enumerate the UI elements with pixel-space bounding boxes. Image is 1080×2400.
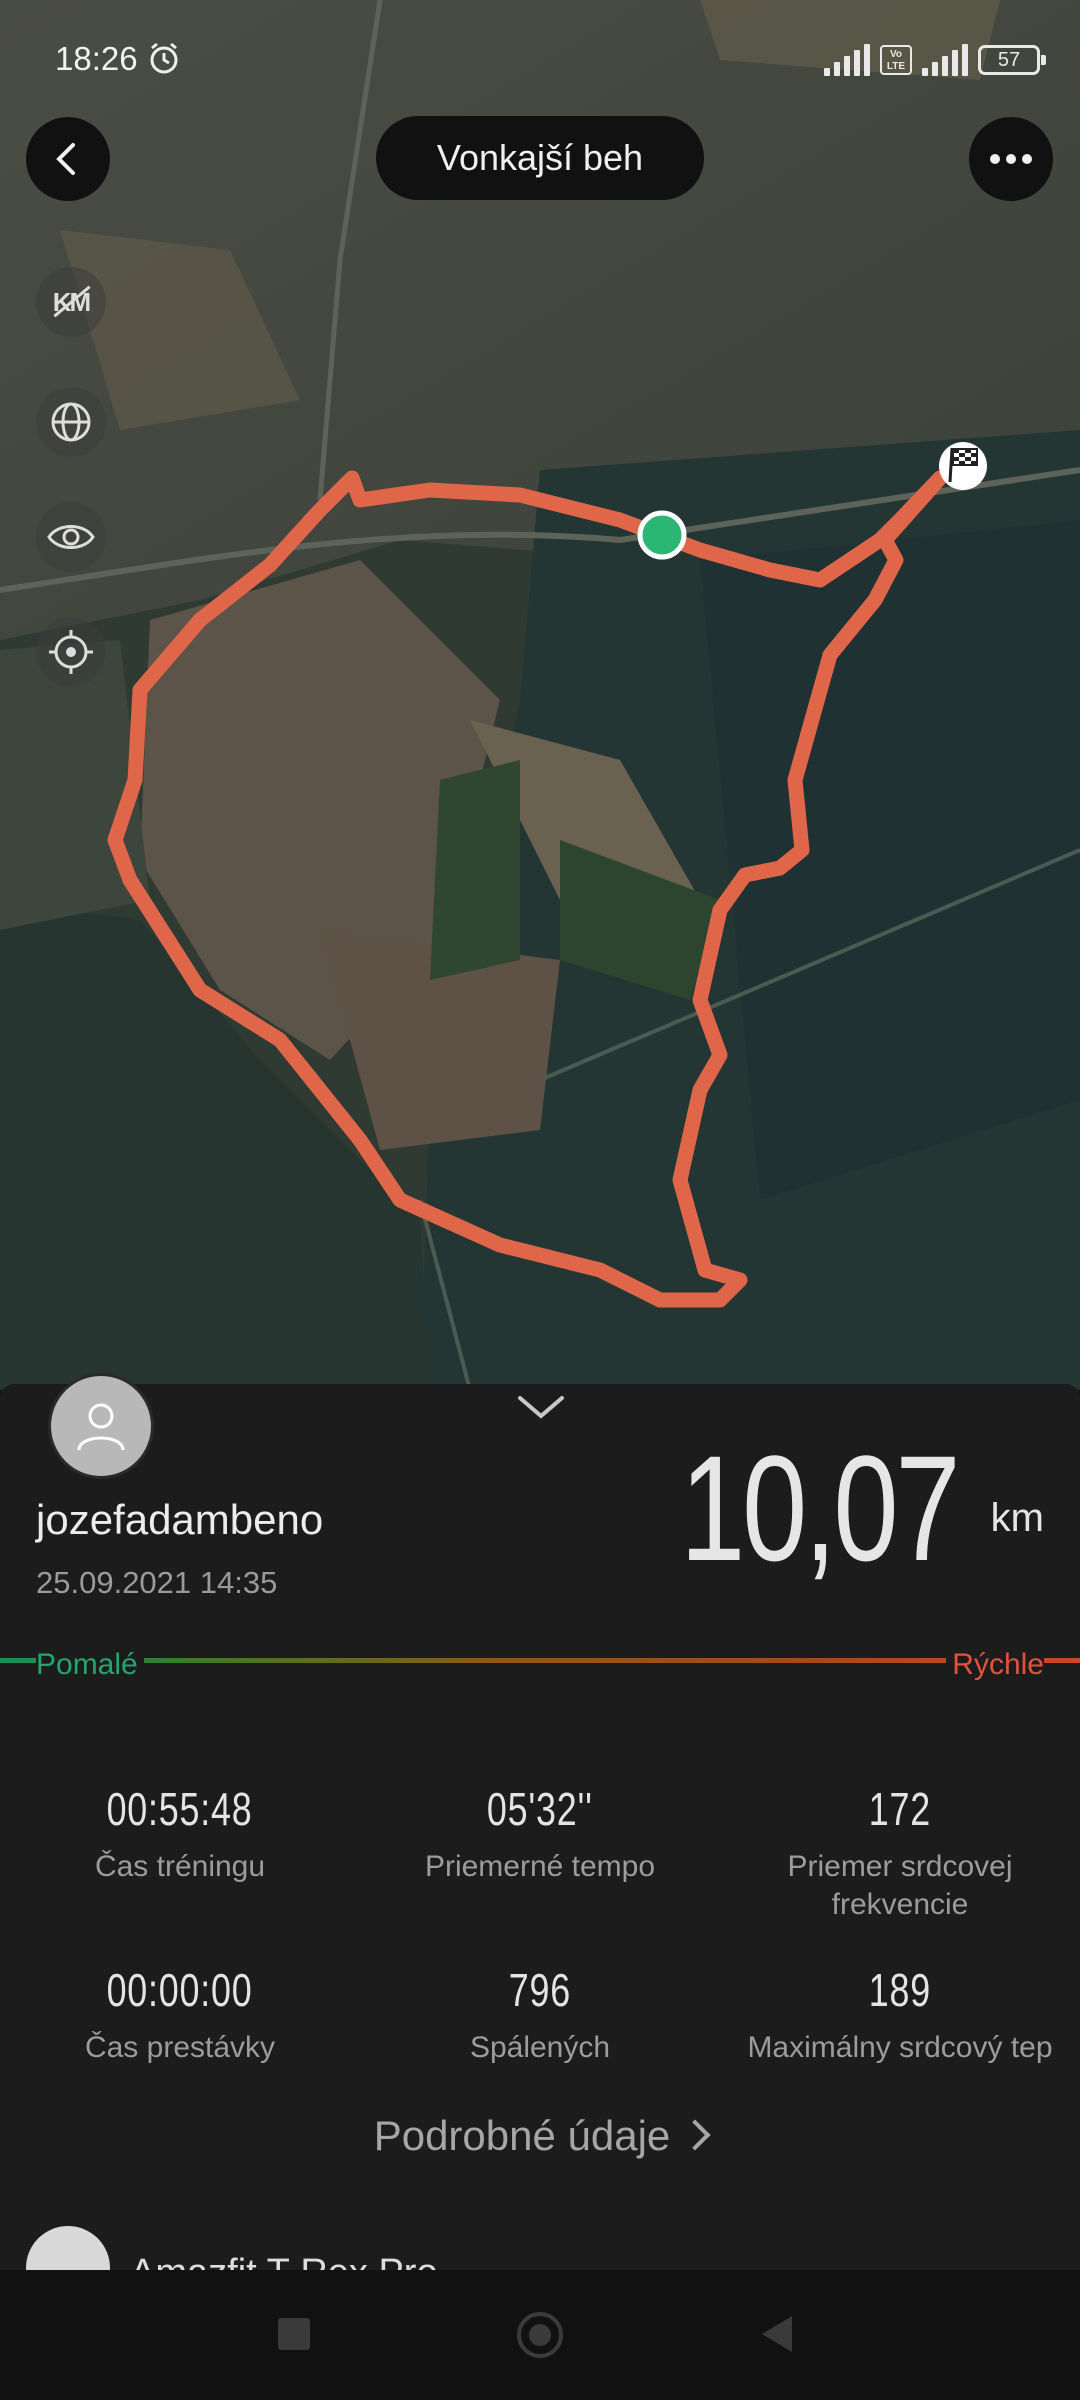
checkered-flag-icon (939, 442, 987, 490)
status-bar: 18:26 Vo LTE 57 (0, 0, 1080, 120)
chevron-right-icon (679, 2119, 711, 2151)
locate-icon (49, 630, 93, 674)
stat-label: Maximálny srdcový tep (747, 2031, 1053, 2064)
chevron-down-icon[interactable] (516, 1392, 566, 1422)
stat-max-heart-rate: 189 Maximálny srdcový tep (720, 1963, 1080, 2067)
details-link-label: Podrobné údaje (373, 2112, 671, 2159)
stat-value: 00:55:48 (107, 1783, 253, 1835)
pace-gradient-bar (0, 1658, 1080, 1663)
stat-label: Čas tréningu (94, 1850, 266, 1883)
stat-label: Čas prestávky (84, 2031, 276, 2064)
battery-indicator: 57 (978, 45, 1046, 75)
page-title: Vonkajší beh (376, 116, 704, 200)
stat-label: Spálených (469, 2031, 611, 2064)
status-time: 18:26 (55, 40, 138, 77)
stat-value: 05'32'' (487, 1783, 593, 1835)
more-horizontal-icon (990, 154, 1032, 164)
km-toggle-icon: KM (52, 286, 91, 317)
username: jozefadambeno (36, 1496, 324, 1543)
signal-icon-2 (922, 44, 968, 76)
volte-badge: Vo LTE (880, 45, 912, 75)
chevron-left-icon (56, 143, 75, 175)
details-link[interactable]: Podrobné údaje (0, 2112, 1080, 2160)
alarm-icon (150, 42, 178, 74)
user-icon (77, 1403, 125, 1451)
stat-value: 189 (868, 1964, 932, 2016)
signal-icon (824, 44, 870, 76)
back-button[interactable] (26, 117, 110, 201)
home-button[interactable] (517, 2312, 563, 2358)
avatar[interactable] (48, 1373, 154, 1479)
workout-datetime: 25.09.2021 14:35 (36, 1565, 278, 1600)
stat-value: 796 (508, 1964, 572, 2016)
stat-value: 172 (868, 1783, 932, 1835)
stat-label: Priemerné tempo (424, 1850, 656, 1883)
stat-training-time: 00:55:48 Čas tréningu (0, 1782, 360, 1886)
stat-average-heart-rate: 172 Priemer srdcovej frekvencie (720, 1782, 1080, 1924)
map-type-button[interactable] (36, 387, 106, 457)
pace-fast-label: Rýchle (946, 1648, 1044, 1682)
stat-average-pace: 05'32'' Priemerné tempo (360, 1782, 720, 1886)
route-map[interactable]: 18:26 Vo LTE 57 Vonkajší beh KM (0, 0, 1080, 1390)
km-toggle-button[interactable]: KM (36, 267, 106, 337)
status-indicators: Vo LTE 57 (824, 42, 1046, 78)
visibility-button[interactable] (36, 502, 106, 572)
distance-unit: km (990, 1496, 1044, 1540)
stat-pause-time: 00:00:00 Čas prestávky (0, 1963, 360, 2067)
more-options-button[interactable] (969, 117, 1053, 201)
system-navigation-bar (0, 2270, 1080, 2400)
satellite-map-image (0, 0, 1080, 1390)
globe-icon (51, 402, 91, 442)
stat-value: 00:00:00 (107, 1964, 253, 2016)
locate-button[interactable] (36, 617, 106, 687)
pace-slow-label: Pomalé (36, 1648, 144, 1682)
eye-icon (47, 525, 95, 549)
recents-button[interactable] (278, 2318, 310, 2350)
stat-calories: 796 Spálených (360, 1963, 720, 2067)
system-back-button[interactable] (762, 2316, 792, 2352)
start-marker (637, 510, 687, 560)
distance-value: 10,07 (679, 1424, 960, 1592)
stat-label: Priemer srdcovej frekvencie (787, 1850, 1013, 1921)
